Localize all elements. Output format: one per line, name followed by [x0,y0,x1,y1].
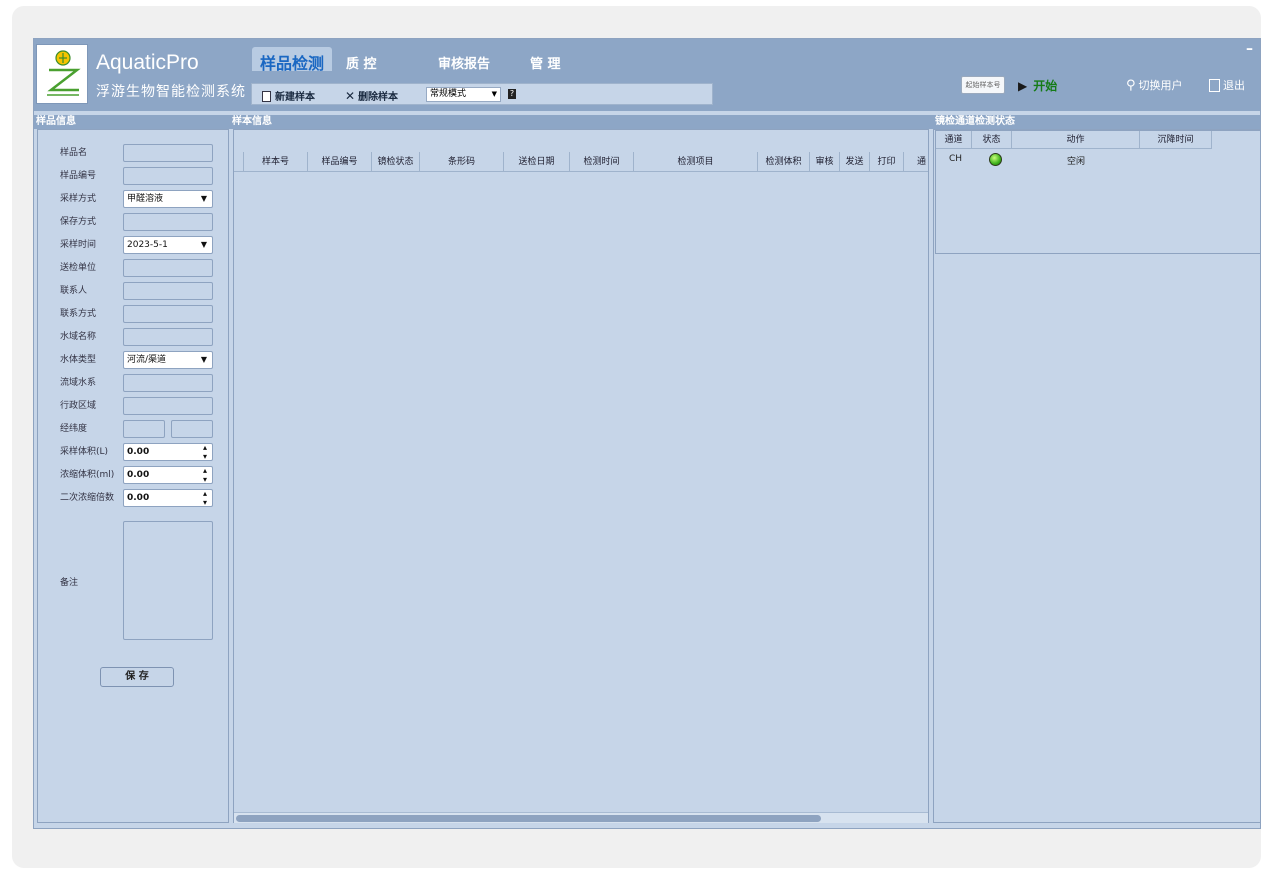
column-header[interactable]: 动作 [1012,131,1140,149]
sampling-volume-stepper[interactable]: 0.00 ▴ ▾ [123,443,213,461]
save-button[interactable]: 保 存 [100,667,174,687]
field-label: 行政区域 [60,401,97,411]
column-header[interactable]: 镜检状态 [372,152,420,172]
column-header[interactable]: 条形码 [420,152,504,172]
delete-sample-button[interactable]: ✕ 删除样本 [345,88,398,103]
watershed-input[interactable] [123,374,213,392]
field-label: 样品名 [60,148,88,158]
sampling-method-select[interactable]: 甲醛溶液 ▼ [123,190,213,208]
water-name-input[interactable] [123,328,213,346]
scrollbar-thumb[interactable] [236,815,821,822]
channel-status-panel: 通道 状态 动作 沉降时间 CH 空闲 [933,129,1260,823]
column-header[interactable]: 检测项目 [634,152,758,172]
exit-icon [1209,79,1220,92]
close-icon: ✕ [345,89,356,103]
sample-list-panel: 样本号 样品编号 镜检状态 条形码 送检日期 检测时间 检测项目 检测体积 审核… [233,129,929,823]
column-header[interactable]: 通 [904,152,928,172]
chevron-down-icon: ▼ [200,194,207,203]
field-label: 送检单位 [60,263,97,273]
tab-management[interactable]: 管 理 [530,53,561,72]
sampling-time-select[interactable]: 2023-5-1 ▼ [123,236,213,254]
column-header[interactable]: 审核 [810,152,840,172]
channel-action: 空闲 [1067,157,1086,167]
column-header[interactable]: 检测时间 [570,152,634,172]
sample-number-input[interactable] [123,167,213,185]
ribbon-toolbar: 新建样本 ✕ 删除样本 常规模式 ▼ ? [251,83,713,105]
new-sample-button[interactable]: 新建样本 [262,88,315,103]
column-header[interactable]: 发送 [840,152,870,172]
sample-name-input[interactable] [123,144,213,162]
field-label: 保存方式 [60,217,97,227]
app-title: AquaticPro [96,51,199,74]
minimize-button[interactable]: – [1246,41,1253,57]
admin-region-input[interactable] [123,397,213,415]
concentration-volume-stepper[interactable]: 0.00 ▴ ▾ [123,466,213,484]
tab-review-report[interactable]: 审核报告 [438,53,490,72]
field-label: 联系人 [60,286,88,296]
field-label: 样品编号 [60,171,97,181]
secondary-concentration-stepper[interactable]: 0.00 ▴ ▾ [123,489,213,507]
field-label: 经纬度 [60,424,88,434]
remark-textarea[interactable] [123,521,213,640]
submitting-unit-input[interactable] [123,259,213,277]
horizontal-scrollbar[interactable] [234,812,928,823]
spin-arrows-icon[interactable]: ▴ ▾ [203,443,207,461]
sample-info-panel: 样品名 样品编号 采样方式 甲醛溶液 ▼ 保存方式 采样时间 2023-5-1 ▼ … [37,129,229,823]
field-label: 采样时间 [60,240,97,250]
help-icon[interactable]: ? [508,89,516,99]
app-window: AquaticPro 浮游生物智能检测系统 样品检测 质 控 审核报告 管 理 … [33,38,1261,829]
sample-list-title: 样本信息 [230,115,933,129]
tab-sample-detection[interactable]: 样品检测 [252,47,333,73]
chevron-down-icon: ▼ [200,355,207,364]
switch-user-button[interactable]: ⚲ 切换用户 [1126,77,1183,93]
water-type-select[interactable]: 河流/渠道 ▼ [123,351,213,369]
chevron-down-icon: ▼ [491,90,497,98]
app-subtitle: 浮游生物智能检测系统 [96,84,246,100]
table-header: 样本号 样品编号 镜检状态 条形码 送检日期 检测时间 检测项目 检测体积 审核… [234,152,928,172]
app-logo [36,44,88,104]
spin-arrows-icon[interactable]: ▴ ▾ [203,489,207,507]
longitude-input[interactable] [123,420,165,438]
latitude-input[interactable] [171,420,213,438]
document-icon [262,91,271,102]
sample-info-title: 样品信息 [34,115,230,129]
play-icon: ▶ [1018,79,1028,93]
column-header[interactable]: 状态 [972,131,1012,149]
column-header[interactable]: 样本号 [244,152,308,172]
field-label: 采样体积(L) [60,447,109,457]
channel-name: CH [949,154,963,164]
column-header[interactable]: 通道 [936,131,972,149]
column-header[interactable]: 检测体积 [758,152,810,172]
field-label: 流域水系 [60,378,97,388]
contact-person-input[interactable] [123,282,213,300]
channel-status-title: 镜检通道检测状态 [933,115,1260,129]
channel-table: 通道 状态 动作 沉降时间 CH 空闲 [935,130,1260,254]
field-label: 浓缩体积(ml) [60,470,115,480]
column-header[interactable]: 沉降时间 [1140,131,1212,149]
remark-label: 备注 [60,578,79,588]
field-label: 联系方式 [60,309,97,319]
field-label: 水域名称 [60,332,97,342]
column-header[interactable]: 打印 [870,152,904,172]
storage-method-input[interactable] [123,213,213,231]
header-bar: AquaticPro 浮游生物智能检测系统 样品检测 质 控 审核报告 管 理 … [34,39,1260,111]
field-label: 水体类型 [60,355,97,365]
start-button[interactable]: ▶ 开始 [1018,77,1057,94]
field-label: 二次浓缩倍数 [60,493,115,503]
status-indicator-icon [989,153,1002,166]
contact-info-input[interactable] [123,305,213,323]
tab-quality-control[interactable]: 质 控 [346,53,377,72]
spin-arrows-icon[interactable]: ▴ ▾ [203,466,207,484]
table-header-cell [234,152,244,172]
start-sample-input[interactable]: 起始样本号 [961,76,1005,94]
column-header[interactable]: 样品编号 [308,152,372,172]
field-label: 采样方式 [60,194,97,204]
exit-button[interactable]: 退出 [1209,77,1245,93]
chevron-down-icon: ▼ [200,240,207,249]
user-icon: ⚲ [1126,78,1136,93]
mode-select[interactable]: 常规模式 ▼ [426,87,501,102]
column-header[interactable]: 送检日期 [504,152,570,172]
